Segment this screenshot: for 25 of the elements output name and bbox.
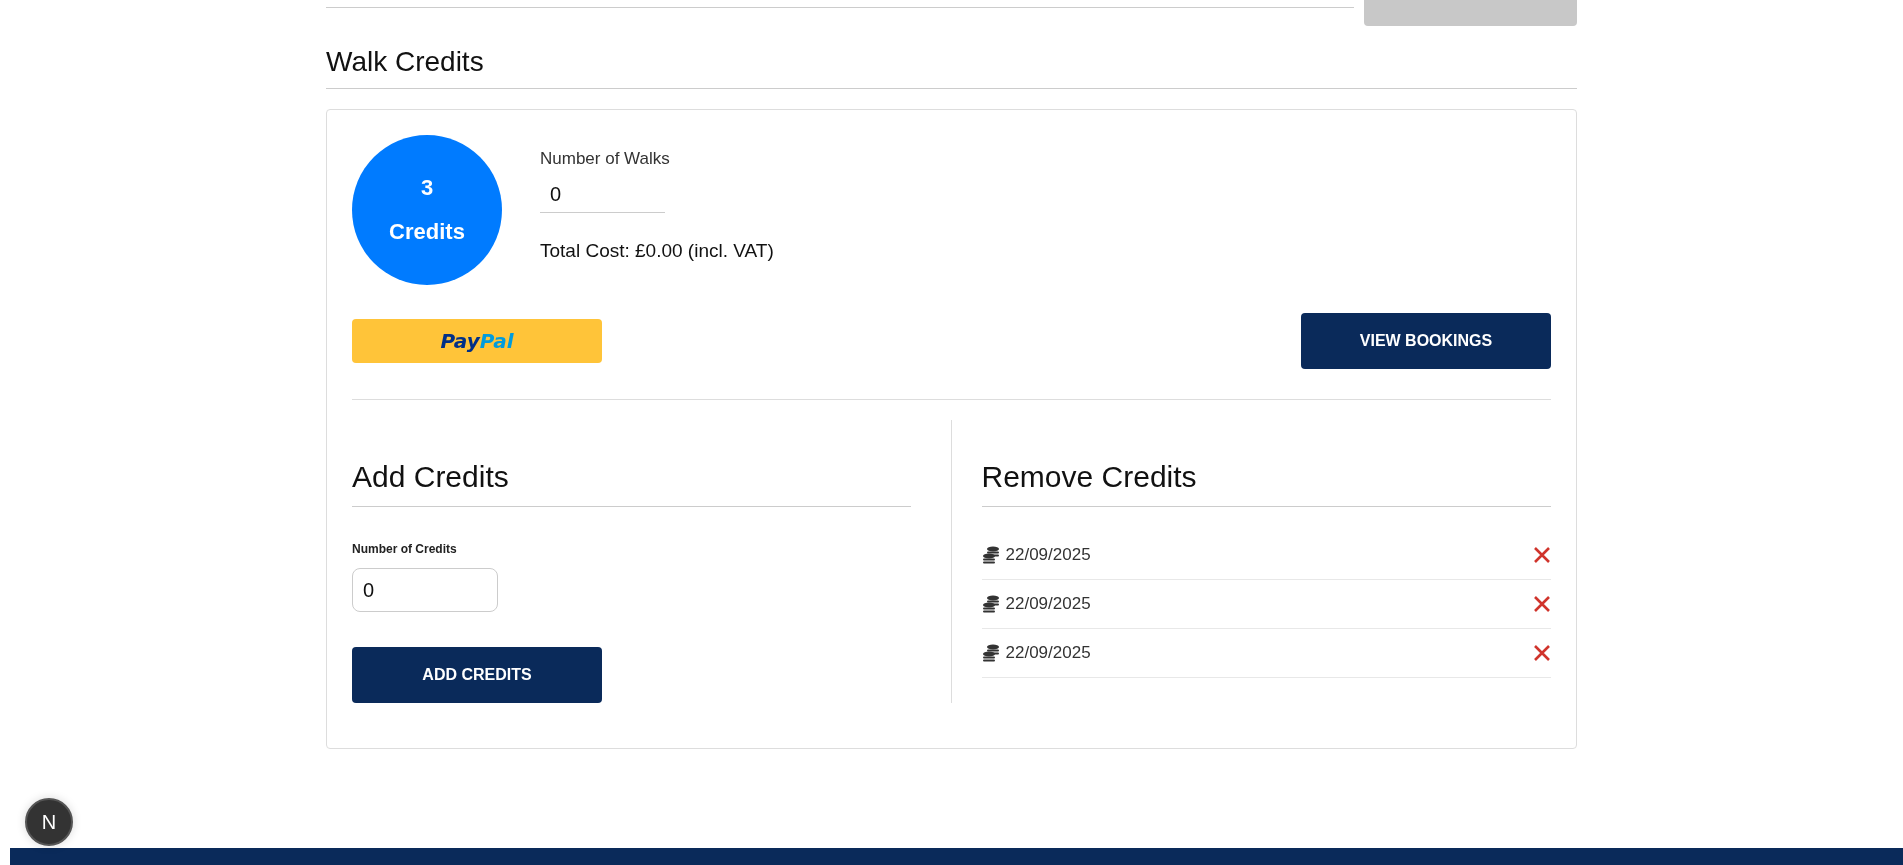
credit-date: 22/09/2025 (1005, 545, 1092, 565)
remove-credits-title: Remove Credits (981, 460, 1551, 507)
dev-badge[interactable]: N (25, 798, 73, 846)
credit-count: 3 (420, 177, 434, 199)
coins-icon (981, 644, 1000, 662)
add-credits-button[interactable]: ADD CREDITS (352, 647, 602, 703)
section-title: Walk Credits (326, 46, 1577, 89)
view-bookings-button[interactable]: VIEW BOOKINGS (1301, 313, 1551, 369)
credit-unit: Credits (389, 221, 465, 243)
paypal-button[interactable]: PayPal (352, 319, 602, 363)
close-icon (1533, 546, 1551, 564)
coins-icon (981, 546, 1000, 564)
field-label: Number of Walks (540, 149, 671, 169)
total-cost: Total Cost: £0.00 (incl. VAT) (540, 240, 774, 262)
credits-input[interactable]: 0 (352, 568, 498, 612)
remove-button[interactable] (1533, 595, 1551, 613)
remove-button[interactable] (1533, 546, 1551, 564)
close-icon (1533, 595, 1551, 613)
credit-date: 22/09/2025 (1005, 643, 1092, 663)
add-credits-title: Add Credits (352, 460, 911, 507)
close-icon (1533, 644, 1551, 662)
remove-button[interactable] (1533, 644, 1551, 662)
credit-date: 22/09/2025 (1005, 594, 1092, 614)
coins-icon (981, 595, 1000, 613)
field-label: Number of Credits (352, 542, 458, 556)
